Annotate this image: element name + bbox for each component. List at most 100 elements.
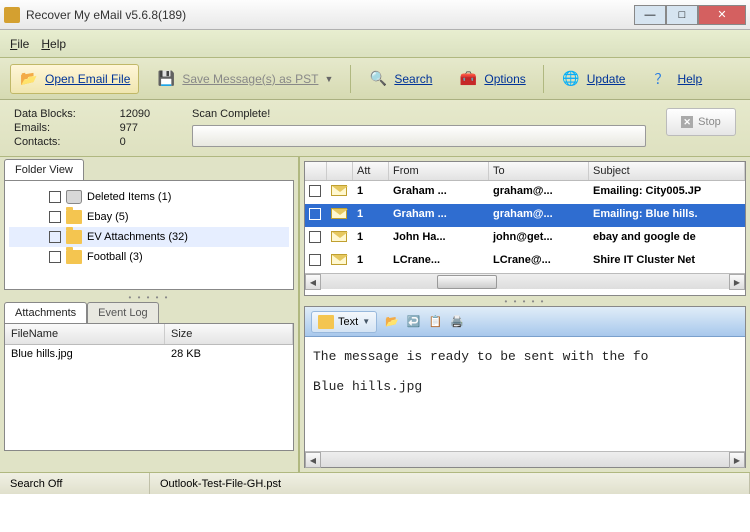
preview-pane: Text ▼ 📂 ↩️ 📋 🖨️ The message is ready to…	[304, 306, 746, 468]
email-subject: Shire IT Cluster Net	[589, 252, 745, 271]
checkbox[interactable]	[49, 191, 61, 203]
checkbox[interactable]	[309, 185, 321, 197]
maximize-button[interactable]: □	[666, 5, 698, 25]
stop-button[interactable]: ✕ Stop	[666, 108, 736, 136]
folder-view-tabs: Folder View	[0, 157, 298, 180]
checkbox[interactable]	[49, 231, 61, 243]
scroll-right-arrow[interactable]: ▶	[729, 452, 745, 468]
folder-tree[interactable]: Deleted Items (1) Ebay (5) EV Attachment…	[5, 181, 293, 273]
status-file: Outlook-Test-File-GH.pst	[150, 473, 750, 494]
checkbox[interactable]	[309, 208, 321, 220]
col-from[interactable]: From	[389, 162, 489, 180]
col-to[interactable]: To	[489, 162, 589, 180]
preview-tool-print-icon[interactable]: 🖨️	[450, 315, 464, 328]
splitter-horizontal[interactable]: • • • • •	[300, 298, 750, 304]
preview-tool-reply-icon[interactable]: ↩️	[407, 315, 421, 328]
checkbox[interactable]	[49, 251, 61, 263]
open-email-file-button[interactable]: 📂 Open Email File	[10, 64, 139, 94]
menu-file[interactable]: File	[10, 37, 29, 51]
tree-item-label: Deleted Items (1)	[87, 191, 171, 203]
preview-tool-open-icon[interactable]: 📂	[385, 315, 399, 328]
tree-item-football[interactable]: Football (3)	[9, 247, 289, 267]
scroll-right-arrow[interactable]: ▶	[729, 274, 745, 290]
preview-toolbar: Text ▼ 📂 ↩️ 📋 🖨️	[305, 307, 745, 337]
email-subject: Emailing: City005.JP	[589, 183, 745, 202]
dropdown-arrow-icon: ▼	[324, 74, 333, 84]
email-row[interactable]: 1 John Ha... john@get... ebay and google…	[305, 227, 745, 250]
email-to: john@get...	[489, 229, 589, 248]
search-label: Search	[394, 72, 432, 86]
col-size[interactable]: Size	[165, 324, 293, 344]
preview-body[interactable]: The message is ready to be sent with the…	[305, 337, 745, 451]
envelope-icon	[331, 185, 347, 196]
attachments-panel: FileName Size Blue hills.jpg 28 KB	[4, 323, 294, 451]
update-icon: 🌐	[561, 69, 581, 89]
email-subject: Emailing: Blue hills.	[589, 206, 745, 225]
stats-row: Data Blocks: 12090 Emails: 977 Contacts:…	[0, 100, 750, 157]
email-att: 1	[353, 206, 389, 225]
minimize-button[interactable]: —	[634, 5, 666, 25]
folder-icon	[318, 315, 334, 329]
email-row[interactable]: 1 Graham ... graham@... Emailing: City00…	[305, 181, 745, 204]
contacts-label: Contacts:	[14, 136, 110, 148]
update-button[interactable]: 🌐 Update	[552, 64, 635, 94]
contacts-value: 0	[120, 136, 184, 148]
email-rows: 1 Graham ... graham@... Emailing: City00…	[305, 181, 745, 273]
tab-event-log[interactable]: Event Log	[87, 302, 159, 323]
horizontal-scrollbar[interactable]: ◀ ▶	[305, 273, 745, 289]
email-list-header: Att From To Subject	[305, 162, 745, 181]
title-bar: Recover My eMail v5.6.8(189) — □ ✕	[0, 0, 750, 30]
data-blocks-value: 12090	[120, 108, 184, 120]
email-att: 1	[353, 252, 389, 271]
options-button[interactable]: 🧰 Options	[449, 64, 534, 94]
tree-item-ev-attachments[interactable]: EV Attachments (32)	[9, 227, 289, 247]
col-checkbox[interactable]	[305, 162, 327, 180]
open-email-file-label: Open Email File	[45, 72, 130, 86]
text-view-button[interactable]: Text ▼	[311, 311, 377, 333]
attachment-row[interactable]: Blue hills.jpg 28 KB	[5, 345, 293, 363]
col-subject[interactable]: Subject	[589, 162, 745, 180]
search-icon: 🔍	[368, 69, 388, 89]
tree-item-label: Ebay (5)	[87, 211, 129, 223]
folder-icon	[66, 230, 82, 244]
scroll-thumb[interactable]	[437, 275, 497, 289]
scroll-left-arrow[interactable]: ◀	[305, 452, 321, 468]
toolbar-divider	[350, 65, 351, 93]
right-column: Att From To Subject 1 Graham ... graham@…	[300, 157, 750, 472]
col-att[interactable]: Att	[353, 162, 389, 180]
help-button[interactable]: ？ Help	[642, 64, 711, 94]
email-att: 1	[353, 229, 389, 248]
save-icon: 💾	[156, 69, 176, 89]
checkbox[interactable]	[309, 231, 321, 243]
help-label: Help	[677, 72, 702, 86]
tree-item-ebay[interactable]: Ebay (5)	[9, 207, 289, 227]
tab-attachments[interactable]: Attachments	[4, 302, 87, 323]
folder-tree-panel: Deleted Items (1) Ebay (5) EV Attachment…	[4, 180, 294, 290]
preview-scrollbar[interactable]: ◀ ▶	[305, 451, 745, 467]
scroll-left-arrow[interactable]: ◀	[305, 274, 321, 290]
email-row-selected[interactable]: 1 Graham ... graham@... Emailing: Blue h…	[305, 204, 745, 227]
checkbox[interactable]	[49, 211, 61, 223]
tree-item-label: Football (3)	[87, 251, 143, 263]
email-list: Att From To Subject 1 Graham ... graham@…	[304, 161, 746, 296]
menu-bar: File Help	[0, 30, 750, 58]
checkbox[interactable]	[309, 254, 321, 266]
envelope-icon	[331, 208, 347, 219]
menu-help[interactable]: Help	[41, 37, 66, 51]
save-pst-button[interactable]: 💾 Save Message(s) as PST ▼	[147, 64, 342, 94]
email-from: Graham ...	[389, 183, 489, 202]
col-filename[interactable]: FileName	[5, 324, 165, 344]
email-row[interactable]: 1 LCrane... LCrane@... Shire IT Cluster …	[305, 250, 745, 273]
preview-tool-copy-icon[interactable]: 📋	[429, 315, 443, 328]
trash-icon	[66, 190, 82, 204]
email-to: LCrane@...	[489, 252, 589, 271]
col-flag[interactable]	[327, 162, 353, 180]
folder-icon	[66, 210, 82, 224]
attachments-header: FileName Size	[5, 324, 293, 345]
tab-folder-view[interactable]: Folder View	[4, 159, 84, 180]
search-button[interactable]: 🔍 Search	[359, 64, 441, 94]
tree-item-deleted[interactable]: Deleted Items (1)	[9, 187, 289, 207]
email-from: John Ha...	[389, 229, 489, 248]
tree-item-label: EV Attachments (32)	[87, 231, 188, 243]
close-button[interactable]: ✕	[698, 5, 746, 25]
